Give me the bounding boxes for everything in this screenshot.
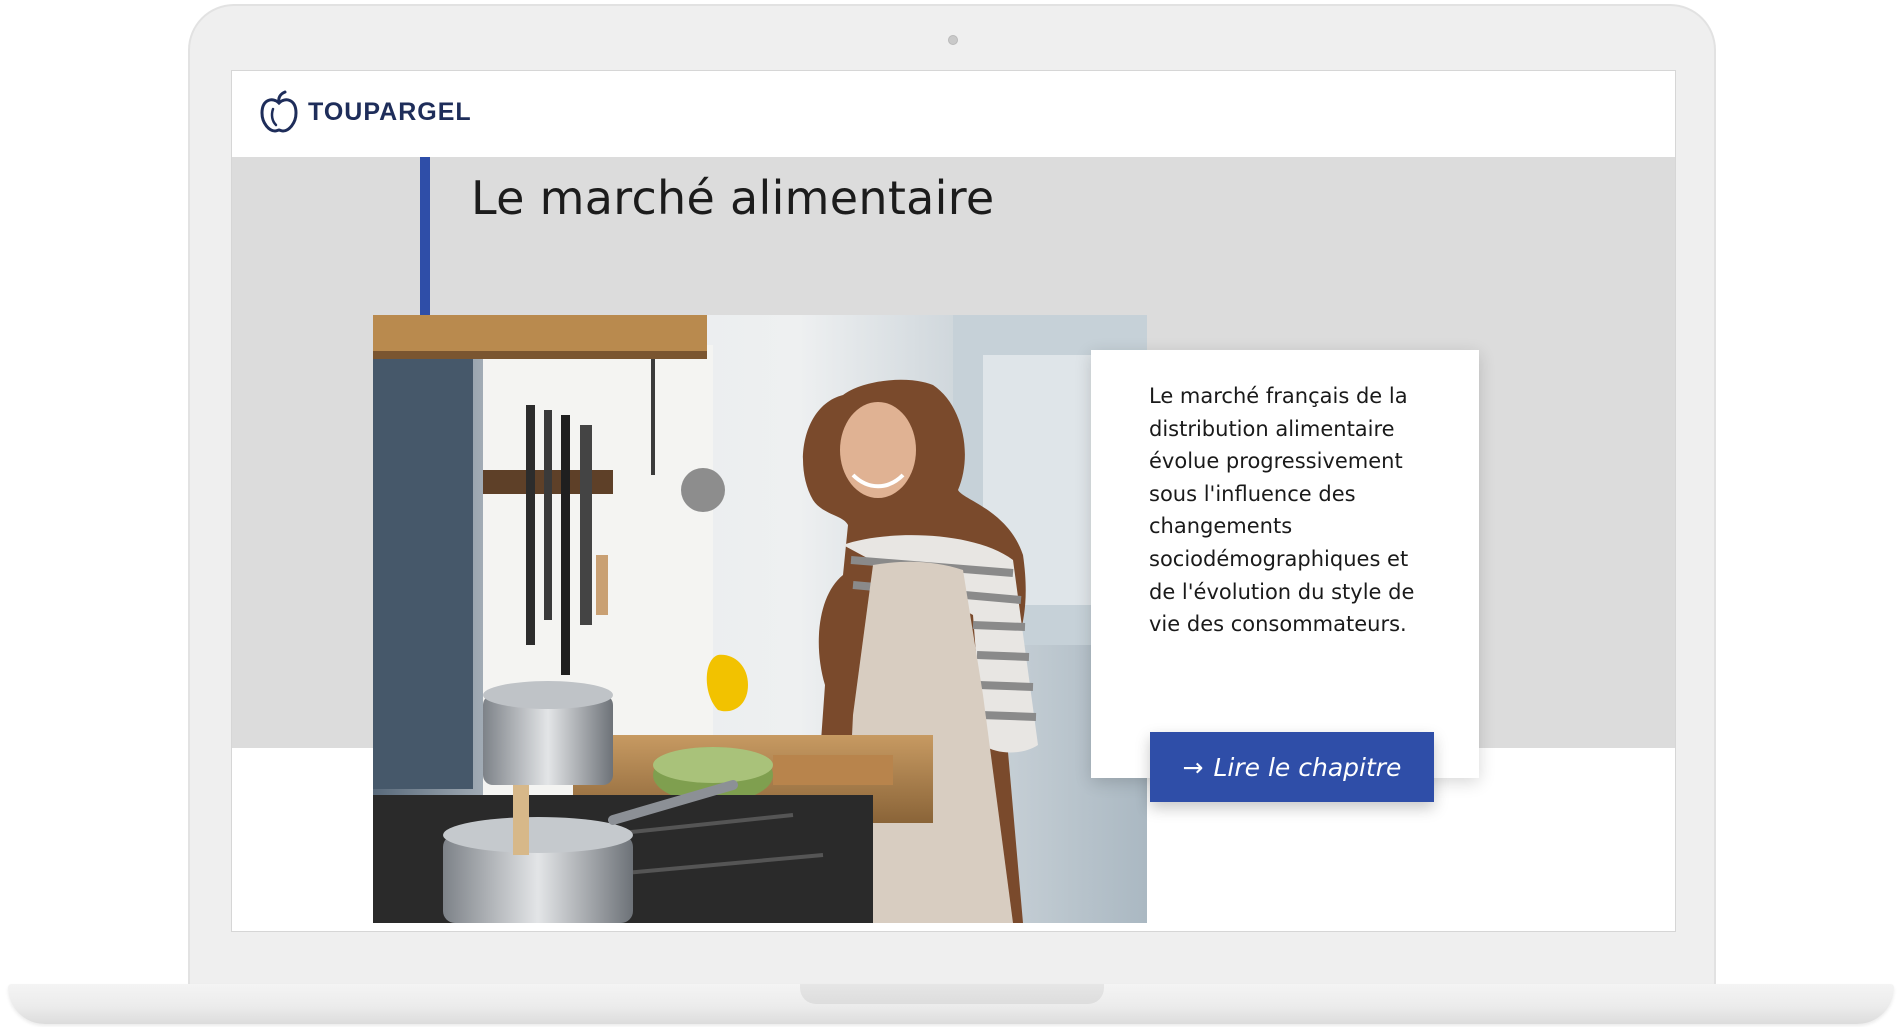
webcam <box>948 35 958 45</box>
brand-logo[interactable]: TOUPARGEL <box>256 89 472 135</box>
intro-text: Le marché français de la distribution al… <box>1149 384 1415 637</box>
site-header: TOUPARGEL <box>232 71 1675 157</box>
intro-card: Le marché français de la distribution al… <box>1091 350 1479 778</box>
page-title: Le marché alimentaire <box>471 171 995 225</box>
apple-logo-icon <box>260 90 298 133</box>
brand-name: TOUPARGEL <box>308 97 472 126</box>
read-chapter-button[interactable]: → Lire le chapitre <box>1150 732 1434 802</box>
arrow-right-icon: → <box>1182 752 1204 782</box>
hero-image <box>373 315 1147 923</box>
laptop-notch <box>800 984 1104 1004</box>
laptop-screen: TOUPARGEL Le marché alimentaire Le march… <box>231 70 1676 932</box>
read-chapter-label: Lire le chapitre <box>1213 752 1402 782</box>
